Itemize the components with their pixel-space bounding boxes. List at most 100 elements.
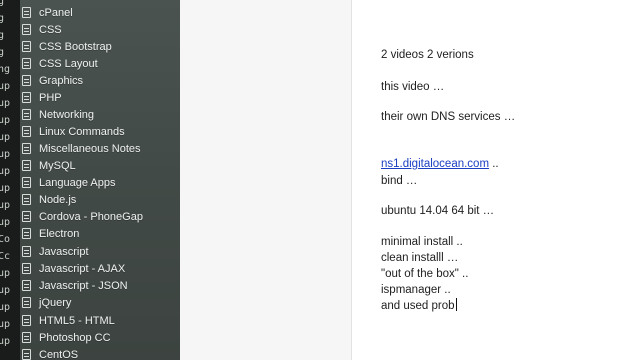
- terminal-line: Co: [0, 234, 11, 245]
- terminal-line: g: [0, 0, 5, 7]
- note-text-fragment: ..: [489, 158, 499, 170]
- sidebar-item-electron[interactable]: Electron: [20, 225, 180, 242]
- terminal-line: up: [0, 319, 11, 330]
- note-icon: [22, 332, 31, 343]
- note-icon: [22, 7, 31, 18]
- note-icon: [22, 41, 31, 52]
- sidebar-item-javascript-json[interactable]: Javascript - JSON: [20, 277, 180, 294]
- sidebar-item-mysql[interactable]: MySQL: [20, 157, 180, 174]
- sidebar-item-label: Graphics: [39, 74, 84, 87]
- sidebar-item-php[interactable]: PHP: [20, 89, 180, 106]
- terminal-line: up: [0, 132, 11, 143]
- sidebar-item-linux-commands[interactable]: Linux Commands: [20, 123, 180, 140]
- note-icon: [22, 177, 31, 188]
- sidebar-item-html5-html[interactable]: HTML5 - HTML: [20, 312, 180, 329]
- note-text-line: clean installl …: [381, 252, 459, 264]
- sidebar-item-label: Photoshop CC: [39, 331, 111, 344]
- sidebar-item-css[interactable]: CSS: [20, 21, 180, 38]
- terminal-line: up: [0, 302, 11, 313]
- sidebar-item-language-apps[interactable]: Language Apps: [20, 174, 180, 191]
- note-icon: [22, 246, 31, 257]
- terminal-line: up: [0, 217, 11, 228]
- sidebar-item-label: Javascript: [39, 245, 89, 258]
- sidebar-item-label: CSS: [39, 23, 62, 36]
- note-text-line: ubuntu 14.04 64 bit …: [381, 205, 495, 217]
- sidebar-item-label: Miscellaneous Notes: [39, 142, 141, 155]
- sidebar-item-label: Electron: [39, 227, 80, 240]
- note-icon: [22, 92, 31, 103]
- sidebar-item-label: Networking: [39, 108, 95, 121]
- sidebar-item-photoshop-cc[interactable]: Photoshop CC: [20, 329, 180, 346]
- terminal-line: g: [0, 47, 5, 58]
- note-text-line: bind …: [381, 175, 418, 187]
- notebook-sidebar: cPanel CSS CSS Bootstrap CSS Layout Grap…: [20, 0, 180, 360]
- note-text-line: "out of the box" ..: [381, 268, 469, 280]
- sidebar-item-label: Linux Commands: [39, 125, 125, 138]
- terminal-line: g: [0, 30, 5, 41]
- note-icon: [22, 143, 31, 154]
- sidebar-item-label: HTML5 - HTML: [39, 314, 115, 327]
- sidebar-item-cpanel[interactable]: cPanel: [20, 4, 180, 21]
- sidebar-item-label: Javascript - AJAX: [39, 262, 126, 275]
- sidebar-item-label: Javascript - JSON: [39, 279, 128, 292]
- note-text-line: ns1.digitalocean.com ..: [381, 157, 499, 171]
- sidebar-item-label: MySQL: [39, 159, 76, 172]
- note-text-line: this video …: [381, 81, 445, 93]
- sidebar-item-cordova-phonegap[interactable]: Cordova - PhoneGap: [20, 208, 180, 225]
- note-icon: [22, 280, 31, 291]
- note-editor[interactable]: 2 videos 2 verions this video … their ow…: [353, 0, 640, 360]
- text-caret: [455, 298, 457, 311]
- sidebar-item-label: jQuery: [39, 296, 72, 309]
- note-icon: [22, 349, 31, 360]
- note-icon: [22, 160, 31, 171]
- sidebar-item-nodejs[interactable]: Node.js: [20, 191, 180, 208]
- note-icon: [22, 58, 31, 69]
- sidebar-item-label: CentOS: [39, 348, 79, 360]
- terminal-line: up: [0, 115, 11, 126]
- terminal-line: up: [0, 149, 11, 160]
- sidebar-item-label: Node.js: [39, 193, 77, 206]
- sidebar-item-centos[interactable]: CentOS: [20, 346, 180, 360]
- note-text-fragment: and used prob: [381, 300, 455, 312]
- notes-list-pane[interactable]: [180, 0, 352, 360]
- sidebar-item-networking[interactable]: Networking: [20, 106, 180, 123]
- terminal-line: up: [0, 268, 11, 279]
- sidebar-item-css-bootstrap[interactable]: CSS Bootstrap: [20, 38, 180, 55]
- terminal-line: up: [0, 285, 11, 296]
- sidebar-item-graphics[interactable]: Graphics: [20, 72, 180, 89]
- sidebar-item-label: cPanel: [39, 6, 73, 19]
- sidebar-item-miscellaneous-notes[interactable]: Miscellaneous Notes: [20, 140, 180, 157]
- sidebar-item-label: PHP: [39, 91, 62, 104]
- note-icon: [22, 75, 31, 86]
- terminal-line: up: [0, 183, 11, 194]
- note-icon: [22, 126, 31, 137]
- terminal-line: up: [0, 98, 11, 109]
- dns-link[interactable]: ns1.digitalocean.com: [381, 158, 489, 170]
- note-text-line: minimal install ..: [381, 236, 463, 248]
- terminal-line: g: [0, 13, 5, 24]
- note-icon: [22, 315, 31, 326]
- note-icon: [22, 263, 31, 274]
- terminal-line: up: [0, 200, 11, 211]
- terminal-line: up: [0, 336, 11, 347]
- note-icon: [22, 228, 31, 239]
- terminal-line: Cc: [0, 251, 11, 262]
- sidebar-item-label: CSS Bootstrap: [39, 40, 112, 53]
- note-icon: [22, 194, 31, 205]
- terminal-line: up: [0, 166, 11, 177]
- note-icon: [22, 24, 31, 35]
- sidebar-item-label: Language Apps: [39, 176, 116, 189]
- note-icon: [22, 211, 31, 222]
- sidebar-item-javascript[interactable]: Javascript: [20, 243, 180, 260]
- terminal-line: ng: [0, 64, 11, 75]
- sidebar-item-jquery[interactable]: jQuery: [20, 294, 180, 311]
- sidebar-item-label: Cordova - PhoneGap: [39, 210, 143, 223]
- note-icon: [22, 297, 31, 308]
- note-icon: [22, 109, 31, 120]
- sidebar-item-css-layout[interactable]: CSS Layout: [20, 55, 180, 72]
- note-text-line: 2 videos 2 verions: [381, 49, 474, 61]
- note-text-line: ispmanager ..: [381, 284, 451, 296]
- sidebar-item-javascript-ajax[interactable]: Javascript - AJAX: [20, 260, 180, 277]
- sidebar-item-label: CSS Layout: [39, 57, 98, 70]
- note-text-line: and used prob: [381, 298, 457, 313]
